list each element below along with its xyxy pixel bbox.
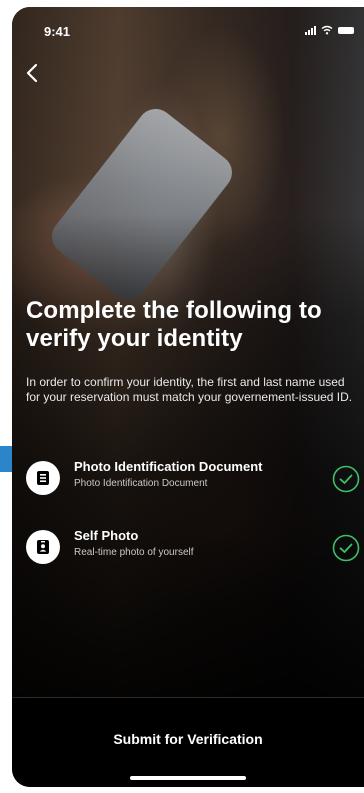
chevron-left-icon	[26, 63, 38, 83]
step-subtitle: Real-time photo of yourself	[74, 547, 194, 558]
page-title: Complete the following to verify your id…	[26, 297, 322, 352]
bottom-bar: Submit for Verification	[12, 697, 364, 787]
wifi-icon	[321, 25, 333, 35]
step-title: Self Photo	[74, 528, 139, 543]
back-button[interactable]	[20, 59, 44, 87]
signal-icon	[305, 25, 316, 35]
step-subtitle: Photo Identification Document	[74, 478, 208, 489]
home-indicator	[130, 776, 246, 780]
status-time: 9:41	[44, 24, 71, 39]
verification-content: Complete the following to verify your id…	[26, 297, 358, 405]
id-document-icon	[26, 461, 60, 495]
status-bar: 9:41	[12, 7, 364, 51]
step-self-photo[interactable]: Self Photo Real-time photo of yourself	[26, 528, 362, 568]
step-photo-id[interactable]: Photo Identification Document Photo Iden…	[26, 459, 362, 499]
step-title: Photo Identification Document	[74, 459, 263, 474]
check-circle-icon	[332, 465, 360, 493]
phone-screen: 9:41 Complete the following to verify yo…	[12, 7, 364, 787]
selfie-badge-icon	[26, 530, 60, 564]
submit-for-verification-button[interactable]: Submit for Verification	[12, 698, 364, 758]
check-circle-icon	[332, 534, 360, 562]
intro-text: In order to confirm your identity, the f…	[26, 375, 353, 404]
battery-icon	[338, 26, 354, 34]
status-icons	[305, 23, 354, 37]
